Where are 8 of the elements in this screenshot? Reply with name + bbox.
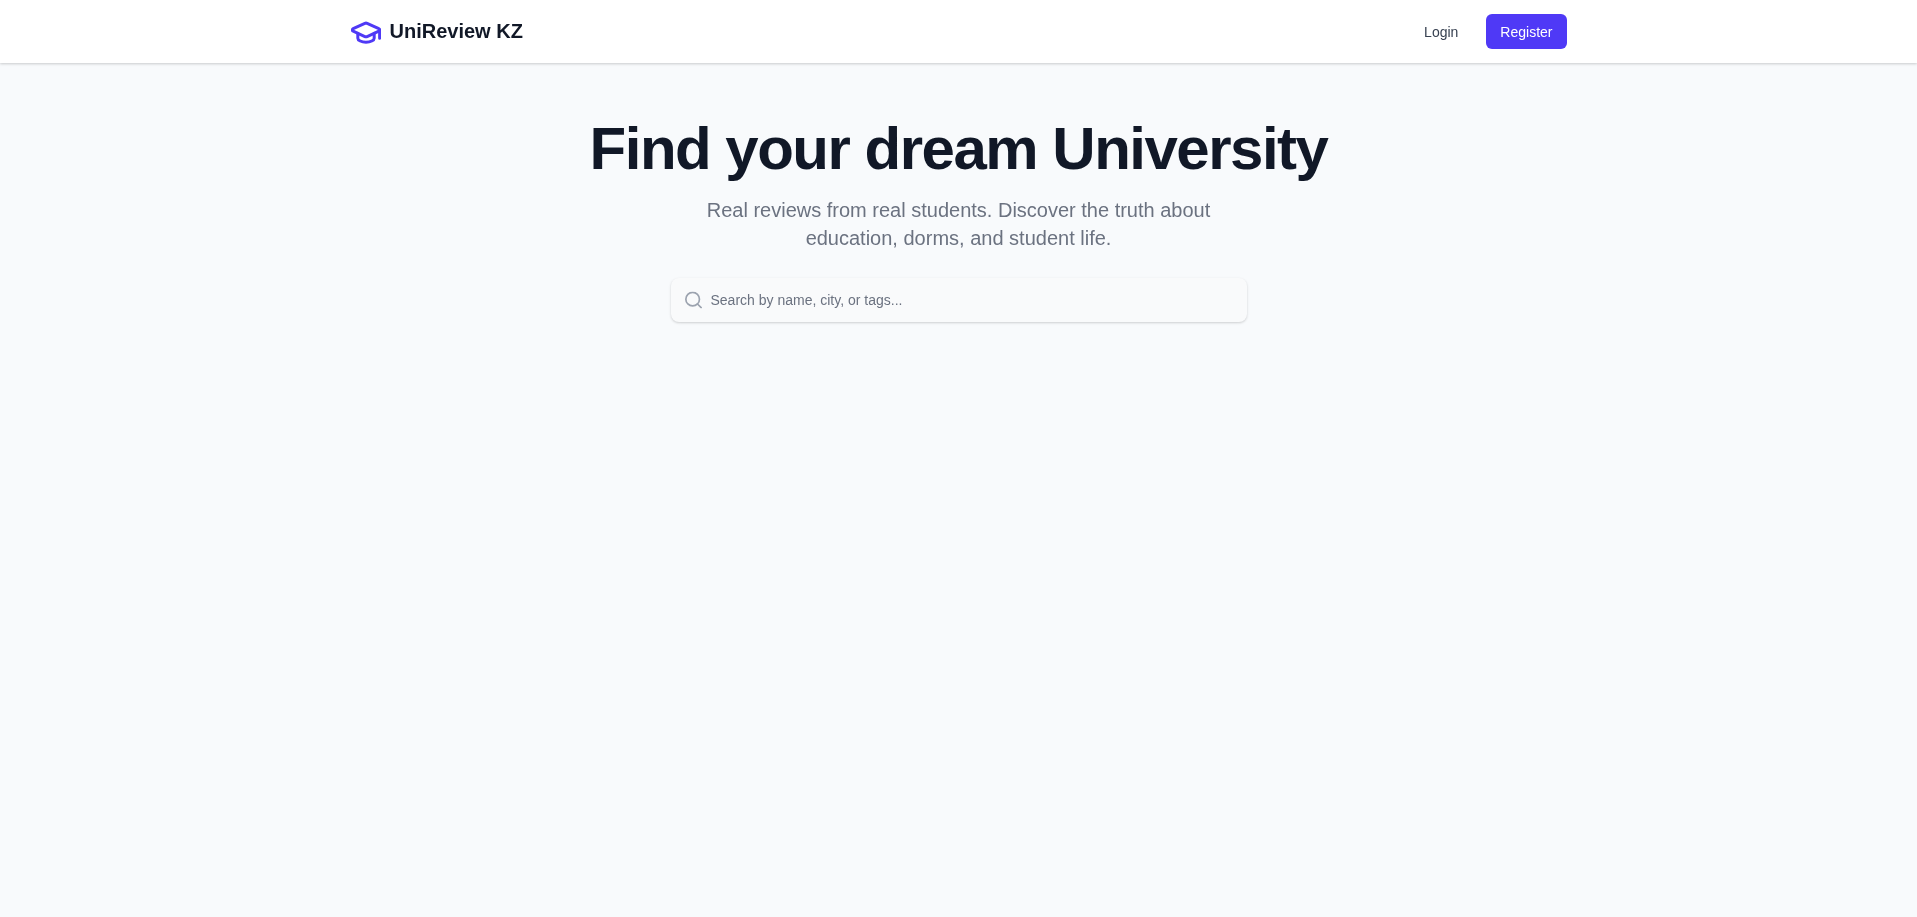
login-link[interactable]: Login bbox=[1412, 15, 1471, 48]
hero-title: Find your dream University bbox=[589, 114, 1328, 184]
register-button[interactable]: Register bbox=[1486, 14, 1567, 49]
hero-subtitle: Real reviews from real students. Discover the truth about education, dorms, and student life. bbox=[705, 198, 1212, 251]
search-field[interactable]: Search by name, city, or tags... bbox=[670, 278, 1247, 322]
brand-name: UniReview KZ bbox=[389, 20, 523, 43]
graduation-cap-icon bbox=[350, 19, 381, 44]
search-icon bbox=[684, 291, 702, 309]
